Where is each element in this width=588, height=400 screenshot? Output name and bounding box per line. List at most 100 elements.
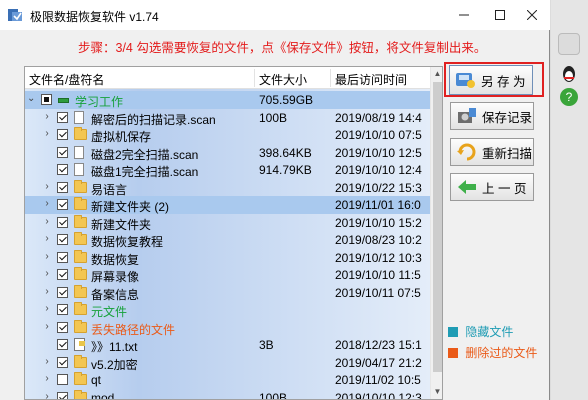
close-button[interactable] [514,0,550,30]
table-row[interactable]: › 屏幕录像 2019/10/10 11:5 [25,266,430,284]
row-name: 数据恢复 [91,252,140,267]
row-checkbox[interactable] [57,129,68,140]
expand-chevron-icon[interactable]: › [43,129,51,139]
window-title: 极限数据恢复软件 v1.74 [30,10,159,24]
maximize-button[interactable] [482,0,518,30]
expand-chevron-icon[interactable]: › [43,269,51,279]
row-checkbox[interactable] [57,391,68,399]
list-header: 文件名/盘符名 文件大小 最后访问时间 [25,67,430,89]
back-button[interactable]: 上 一 页 [450,173,534,201]
table-row[interactable]: › 新建文件夹 2019/10/10 15:2 [25,214,430,232]
row-name: 磁盘2完全扫描.scan [91,147,199,162]
table-row[interactable]: › 新建文件夹 (2) 2019/11/01 16:0 [25,196,430,214]
table-row[interactable]: › 数据恢复教程 2019/08/23 10:2 [25,231,430,249]
table-row[interactable]: › 备案信息 2019/10/11 07:5 [25,284,430,302]
table-row[interactable]: › 丢失路径的文件 [25,319,430,337]
expand-chevron-icon[interactable]: › [43,356,51,367]
expand-chevron-icon[interactable]: › [43,251,51,262]
minimize-button[interactable] [446,0,482,30]
expand-chevron-icon[interactable]: › [43,181,51,192]
collapse-chevron-icon[interactable]: ⌄ [27,94,35,104]
column-header-name[interactable]: 文件名/盘符名 [29,71,104,88]
row-name: 》》11.txt [91,340,138,354]
svg-text:?: ? [566,90,573,104]
folder-icon [74,179,87,193]
row-date: 2019/10/10 12:5 [335,145,422,160]
folder-icon [74,372,87,385]
table-row[interactable]: › v5.2加密 2019/04/17 21:2 [25,354,430,372]
column-divider[interactable] [330,69,331,87]
scroll-down-icon[interactable]: ▼ [431,385,442,399]
row-checkbox[interactable] [57,286,68,298]
app-logo-icon [8,9,22,21]
qq-icon[interactable] [558,62,580,84]
table-row[interactable]: 》》11.txt 3B 2018/12/23 15:1 [25,336,430,354]
file-icon [74,110,84,124]
table-row[interactable]: ⌄ 学习工作 705.59GB [25,91,430,109]
column-divider[interactable] [254,69,255,87]
expand-chevron-icon[interactable]: › [43,391,51,399]
table-row[interactable]: › 数据恢复 2019/10/12 10:3 [25,249,430,267]
save-as-label: 另 存 为 [481,74,526,89]
expand-chevron-icon[interactable]: › [43,374,51,384]
row-size: 398.64KB [259,145,312,160]
save-record-button[interactable]: 保存记录 [450,102,534,130]
expand-chevron-icon[interactable]: › [43,199,51,209]
folder-icon [74,354,87,368]
help-icon[interactable]: ? [558,86,580,108]
side-dock-button[interactable] [558,33,580,55]
row-checkbox[interactable] [57,356,68,368]
row-checkbox[interactable] [57,251,68,263]
drive-icon [58,98,69,103]
legend-swatch-hidden [448,327,458,337]
legend-hidden-files: 隐藏文件 [448,323,513,340]
save-as-button[interactable]: 另 存 为 [449,65,533,95]
expand-chevron-icon[interactable]: › [43,321,51,332]
expand-chevron-icon[interactable]: › [43,234,51,244]
row-checkbox[interactable] [57,234,68,245]
scroll-up-icon[interactable]: ▲ [431,67,442,81]
rescan-label: 重新扫描 [482,146,533,161]
row-checkbox[interactable] [57,304,68,315]
table-row[interactable]: › mod 100B 2019/10/10 12:3 [25,389,430,400]
row-size: 3B [259,338,274,352]
folder-icon [74,389,87,399]
table-row[interactable]: › 解密后的扫描记录.scan 100B 2019/08/19 14:4 [25,109,430,127]
row-checkbox[interactable] [57,321,68,333]
save-record-icon [458,108,476,123]
row-date: 2019/11/01 16:0 [335,198,421,212]
close-icon [527,10,537,20]
legend-deleted-files: 删除过的文件 [448,344,537,361]
row-checkbox[interactable] [57,164,68,175]
row-checkbox[interactable] [57,146,68,158]
scroll-thumb[interactable] [433,82,442,372]
row-checkbox[interactable] [57,339,68,350]
expand-chevron-icon[interactable]: › [43,111,51,122]
expand-chevron-icon[interactable]: › [43,304,51,314]
expand-chevron-icon[interactable]: › [43,216,51,227]
expand-chevron-icon[interactable]: › [43,286,51,297]
table-row[interactable]: 磁盘2完全扫描.scan 398.64KB 2019/10/10 12:5 [25,144,430,162]
legend-hidden-label: 隐藏文件 [465,325,514,339]
row-checkbox[interactable] [57,181,68,193]
rescan-button[interactable]: 重新扫描 [450,138,534,166]
table-row[interactable]: 磁盘1完全扫描.scan 914.79KB 2019/10/10 12:4 [25,161,430,179]
row-size: 100B [259,390,288,400]
column-header-date[interactable]: 最后访问时间 [335,71,407,88]
title-bar[interactable]: 极限数据恢复软件 v1.74 [0,0,550,30]
row-checkbox[interactable] [57,111,68,123]
row-date: 2019/10/10 12:4 [335,163,422,177]
row-checkbox[interactable] [57,199,68,210]
table-row[interactable]: › 虚拟机保存 2019/10/10 07:5 [25,126,430,144]
row-checkbox[interactable] [57,216,68,228]
file-tree-list: 文件名/盘符名 文件大小 最后访问时间 ⌄ 学习工作 705.59GB › 解密后的扫描… [24,66,443,400]
vertical-scrollbar[interactable]: ▲ ▼ [430,67,442,399]
table-row[interactable]: › 元文件 [25,301,430,319]
row-checkbox[interactable] [57,269,68,280]
row-checkbox[interactable] [57,374,68,385]
row-checkbox[interactable] [41,94,52,105]
column-header-size[interactable]: 文件大小 [259,71,307,88]
table-row[interactable]: › 易语言 2019/10/22 15:3 [25,179,430,197]
table-row[interactable]: › qt 2019/11/02 10:5 [25,371,430,389]
row-date: 2019/10/11 07:5 [335,285,421,300]
